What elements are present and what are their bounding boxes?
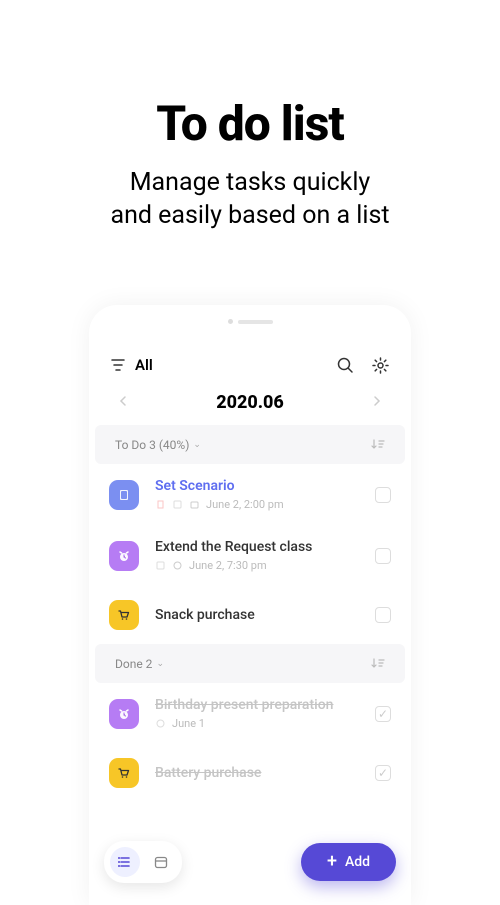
task-checkbox[interactable] (375, 765, 391, 781)
sort-icon (371, 657, 385, 669)
settings-button[interactable] (372, 357, 389, 374)
cart-icon (109, 600, 139, 630)
list-view-button[interactable] (110, 847, 140, 877)
task-title: Birthday present preparation (155, 697, 359, 713)
list-icon (118, 855, 132, 869)
task-checkbox[interactable] (375, 548, 391, 564)
filter-icon (111, 359, 125, 371)
clock-icon (155, 718, 166, 729)
calendar-view-button[interactable] (146, 847, 176, 877)
current-month-label[interactable]: 2020.06 (216, 392, 284, 413)
task-checkbox[interactable] (375, 706, 391, 722)
chevron-down-icon: ⌄ (193, 440, 201, 450)
search-icon (337, 357, 354, 374)
topbar: All (89, 332, 411, 384)
sort-icon (371, 438, 385, 450)
task-row[interactable]: Birthday present preparation June 1 (89, 683, 411, 744)
task-row[interactable]: Snack purchase (89, 586, 411, 644)
note-icon (172, 499, 183, 510)
chevron-right-icon (373, 395, 381, 407)
document-icon (109, 480, 139, 510)
task-title: Extend the Request class (155, 539, 359, 555)
next-month-button[interactable] (373, 395, 381, 410)
date-navigation: 2020.06 (89, 384, 411, 425)
chevron-left-icon (119, 395, 127, 407)
task-checkbox[interactable] (375, 607, 391, 623)
task-title: Snack purchase (155, 607, 359, 623)
plus-icon: + (327, 853, 337, 871)
hero-title: To do list (0, 95, 500, 152)
clock-icon (172, 560, 183, 571)
chevron-down-icon: ⌄ (156, 659, 164, 669)
task-row[interactable]: Battery purchase (89, 744, 411, 838)
calendar-icon (154, 855, 168, 869)
task-row[interactable]: Set Scenario June 2, 2:00 pm (89, 464, 411, 525)
filter-button[interactable]: All (111, 356, 153, 374)
sort-button[interactable] (371, 435, 385, 454)
gear-icon (372, 357, 389, 374)
notch (89, 305, 411, 332)
note-icon (155, 560, 166, 571)
section-done-header[interactable]: Done 2 ⌄ (95, 644, 405, 683)
phone-frame: All 2020.06 To Do 3 (40%) ⌄ (89, 305, 411, 905)
prev-month-button[interactable] (119, 395, 127, 410)
filter-label: All (135, 356, 153, 374)
task-date: June 2, 7:30 pm (189, 559, 267, 572)
bookmark-icon (155, 499, 166, 510)
task-date: June 2, 2:00 pm (206, 498, 284, 511)
task-row[interactable]: Extend the Request class June 2, 7:30 pm (89, 525, 411, 586)
hero-subtitle: Manage tasks quickly and easily based on… (0, 167, 500, 232)
task-title: Set Scenario (155, 478, 359, 494)
alarm-icon (109, 541, 139, 571)
section-todo-header[interactable]: To Do 3 (40%) ⌄ (95, 425, 405, 464)
add-button[interactable]: + Add (301, 843, 396, 881)
view-toggle (104, 841, 182, 883)
section-todo-label: To Do 3 (40%) (115, 438, 189, 452)
calendar-icon (189, 499, 200, 510)
section-done-label: Done 2 (115, 657, 152, 671)
sort-button[interactable] (371, 654, 385, 673)
task-date: June 1 (172, 717, 205, 730)
cart-icon (109, 758, 139, 788)
search-button[interactable] (337, 357, 354, 374)
task-title: Battery purchase (155, 765, 359, 781)
alarm-icon (109, 699, 139, 729)
add-label: Add (345, 854, 370, 870)
task-checkbox[interactable] (375, 487, 391, 503)
bottom-bar: + Add (104, 841, 396, 883)
